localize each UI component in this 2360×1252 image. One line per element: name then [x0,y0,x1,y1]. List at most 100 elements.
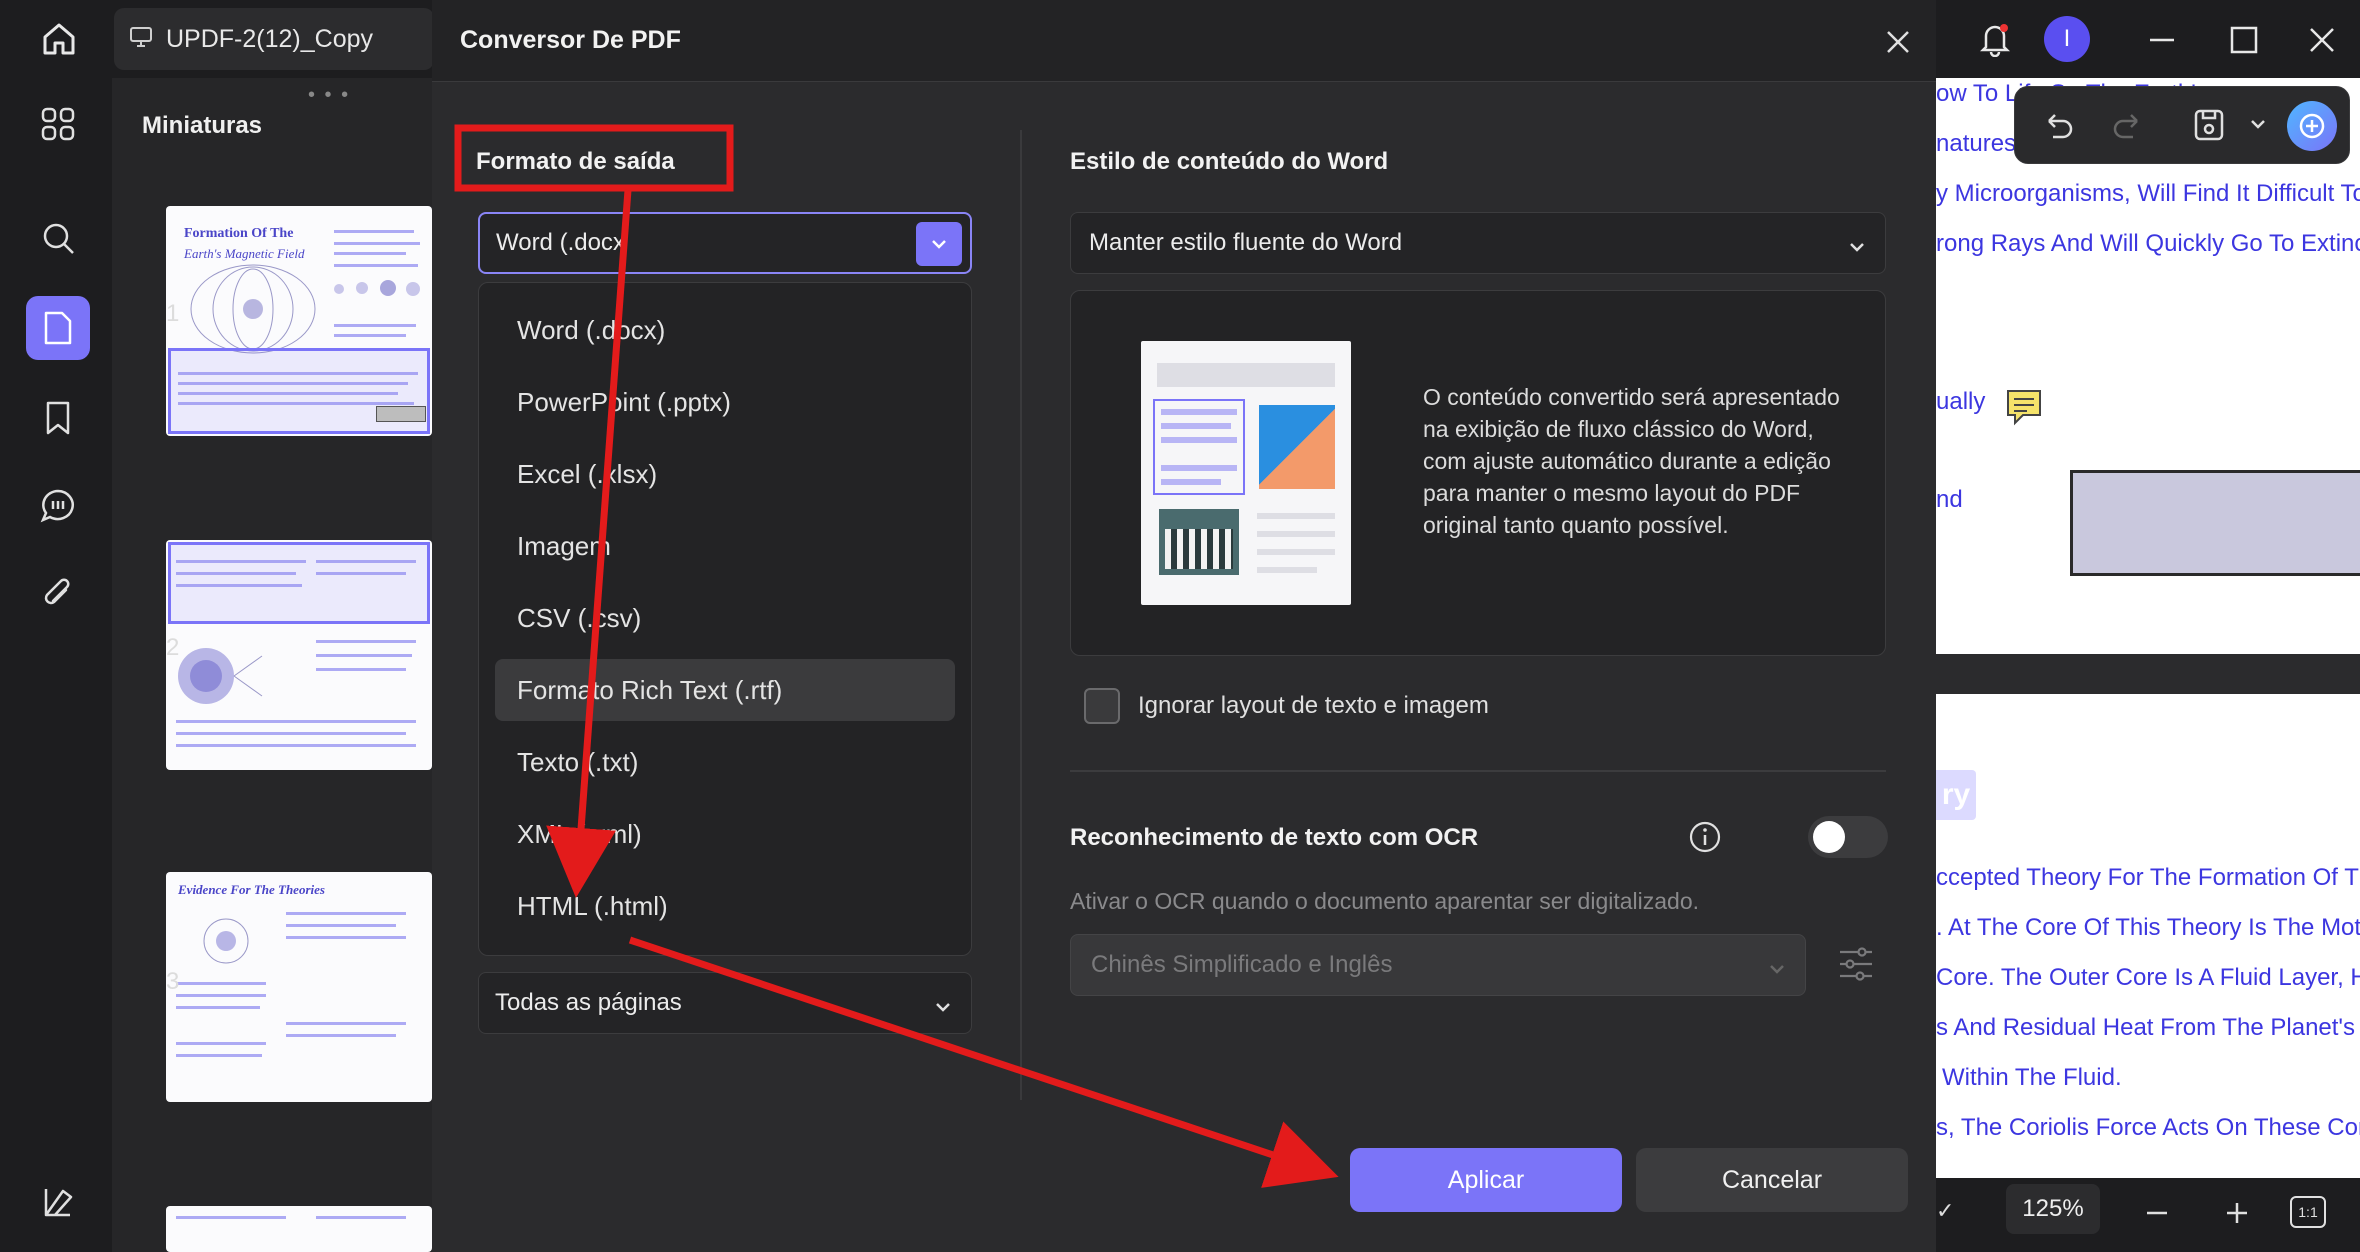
doc-text-line: . At The Core Of This Theory Is The Moti [1936,914,2360,941]
ocr-label: Reconhecimento de texto com OCR [1070,824,1479,851]
check-icon[interactable]: ✓ [1936,1198,1954,1224]
chevron-down-icon [1767,955,1787,983]
search-icon[interactable] [26,206,90,270]
format-option-html[interactable]: HTML (.html) [495,875,955,937]
vertical-divider [1020,130,1022,1100]
ignore-layout-label: Ignorar layout de texto e imagem [1138,692,1489,719]
format-option-excel[interactable]: Excel (.xlsx) [495,443,955,505]
minimize-icon[interactable] [2140,18,2184,62]
ignore-layout-checkbox[interactable] [1084,688,1120,724]
ocr-description: Ativar o OCR quando o documento aparenta… [1070,888,1700,914]
actual-size-icon[interactable]: 1:1 [2290,1196,2326,1228]
thumb-circle-row [334,278,424,300]
dialog-title: Conversor De PDF [460,26,681,54]
doc-text-line: Core. The Outer Core Is A Fluid Layer, H [1936,964,2360,991]
pdf-converter-dialog: Conversor De PDF Formato de saída Word (… [432,0,1936,1252]
zoom-out-icon[interactable] [2144,1200,2170,1231]
word-style-preview: O conteúdo convertido será apresentado n… [1070,290,1886,656]
word-style-label: Estilo de conteúdo do Word [1070,148,1389,175]
user-avatar[interactable]: I [2044,16,2090,62]
ocr-language-select[interactable]: Chinês Simplificado e Inglês [1070,934,1806,996]
apps-grid-icon[interactable] [26,92,90,156]
sidebar-toggle-icon[interactable] [26,1170,90,1234]
page-gap [1936,654,2360,694]
thumbnails-panel: • • • Miniaturas Formation Of The Earth'… [112,78,432,1252]
doc-text-line: y Microorganisms, Will Find It Difficult… [1936,180,2360,207]
horizontal-divider [1070,770,1886,772]
output-format-label: Formato de saída [476,148,675,175]
format-option-powerpoint[interactable]: PowerPoint (.pptx) [495,371,955,433]
preview-page-illustration [1141,341,1351,605]
doc-text-line: s And Residual Heat From The Planet's [1936,1014,2356,1041]
word-style-description: O conteúdo convertido será apresentado n… [1423,384,1840,538]
page-top-margin [1936,694,2360,754]
thumbnail-page-1[interactable]: Formation Of The Earth's Magnetic Field [166,206,432,436]
format-option-rtf[interactable]: Formato Rich Text (.rtf) [495,659,955,721]
ocr-language-value: Chinês Simplificado e Inglês [1091,951,1393,978]
document-tab-label: UPDF-2(12)_Copy [166,24,374,53]
thumbnail-page-2[interactable] [166,540,432,770]
thumbnails-title: Miniaturas [142,112,263,139]
save-icon[interactable] [2191,107,2227,148]
notification-bell-icon[interactable] [1972,16,2018,62]
word-style-select[interactable]: Manter estilo fluente do Word [1070,212,1886,274]
format-option-csv[interactable]: CSV (.csv) [495,587,955,649]
document-image-box[interactable] [2070,470,2360,576]
preview-selected-block [1153,399,1245,495]
page-range-value: Todas as páginas [495,989,682,1016]
attachment-icon[interactable] [26,562,90,626]
doc-text-line: s, The Coriolis Force Acts On These Con [1936,1114,2360,1141]
preview-photo-block [1159,509,1239,575]
output-format-select[interactable]: Word (.docx [478,212,972,274]
undo-icon[interactable] [2039,107,2075,148]
redo-icon[interactable] [2111,107,2147,148]
format-option-image[interactable]: Imagem [495,515,955,577]
comment-icon[interactable] [26,474,90,538]
document-tab[interactable]: UPDF-2(12)_Copy [114,8,434,70]
doc-text-line: ually [1936,388,1986,415]
format-option-xml[interactable]: XML (.xml) [495,803,955,865]
left-tool-rail [0,78,112,1252]
toggle-knob [1813,821,1845,853]
drag-handle[interactable]: • • • [308,84,350,107]
thumbnail-page-3[interactable]: Evidence For The Theories [166,872,432,1102]
earth-layers-diagram [178,648,263,704]
thumb-subheading: Earth's Magnetic Field [184,246,305,261]
doc-text-line: Within The Fluid. [1942,1064,2122,1091]
home-icon[interactable] [34,14,84,64]
close-window-icon[interactable] [2300,18,2344,62]
zoom-bar: ✓ 1:1 [1936,1178,2360,1252]
doc-text-line: ccepted Theory For The Formation Of The [1936,864,2360,891]
ignore-layout-row[interactable]: Ignorar layout de texto e imagem [1084,688,1489,724]
chevron-down-icon[interactable] [916,222,962,266]
thumbnails-icon[interactable] [26,296,90,360]
output-format-dropdown: Word (.docx) PowerPoint (.pptx) Excel (.… [478,282,972,956]
word-style-value: Manter estilo fluente do Word [1089,229,1403,256]
doc-text-line: nd [1936,486,1963,513]
document-canvas[interactable]: ow To Life So The Earth's natures O y Mi… [1936,78,2360,1178]
page-range-select[interactable]: Todas as páginas [478,972,972,1034]
monitor-icon [130,25,152,54]
bookmark-icon[interactable] [26,386,90,450]
chevron-down-icon [1847,233,1867,261]
section-heading-chip: ry [1936,770,1976,820]
thumbnail-page-4[interactable] [166,1206,432,1252]
ocr-toggle[interactable] [1808,816,1888,858]
close-icon[interactable] [1878,22,1918,62]
zoom-level[interactable]: 125% [2006,1184,2100,1234]
apply-button[interactable]: Aplicar [1350,1148,1622,1212]
ai-assistant-icon[interactable] [2287,101,2337,151]
sticky-note-icon[interactable] [2005,388,2043,426]
zoom-in-icon[interactable] [2224,1200,2250,1231]
thumb-heading: Evidence For The Theories [178,882,325,897]
magnetic-field-diagram [190,264,316,354]
format-option-word[interactable]: Word (.docx) [495,299,955,361]
save-dropdown-chevron-icon[interactable] [2249,117,2267,136]
sliders-settings-icon[interactable] [1836,944,1876,984]
cancel-button[interactable]: Cancelar [1636,1148,1908,1212]
thumbnail-page-number: 1 [166,300,180,327]
format-option-txt[interactable]: Texto (.txt) [495,731,955,793]
info-icon[interactable] [1688,820,1722,854]
maximize-icon[interactable] [2222,18,2266,62]
theory-diagram [203,918,249,964]
